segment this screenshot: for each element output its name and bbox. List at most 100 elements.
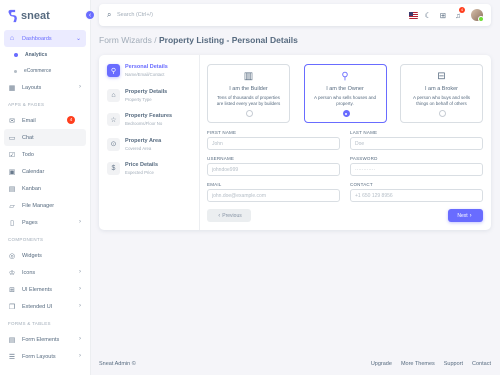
sidebar-item-label: eCommerce — [24, 68, 52, 74]
radio-owner[interactable] — [342, 110, 350, 117]
grid-shortcuts-icon[interactable]: ⊞ — [436, 8, 450, 22]
footer-link-support[interactable]: Support — [444, 361, 463, 367]
brand[interactable]: sneat — [8, 8, 50, 24]
choice-title: I am the Builder — [229, 86, 268, 92]
mail-icon: ✉ — [9, 117, 15, 125]
step-subtitle: Expected Price — [125, 170, 154, 175]
email-group: EMAIL — [207, 182, 340, 202]
choice-title: I am a Broker — [424, 86, 458, 92]
choice-description: A person who buys and sells things on be… — [412, 95, 471, 106]
previous-label: Previous — [222, 212, 242, 219]
avatar[interactable] — [471, 9, 484, 22]
sidebar-item-form-elements[interactable]: ▤ Form Elements › — [4, 331, 86, 348]
sidebar-item-extended-ui[interactable]: ❐ Extended UI › — [4, 298, 86, 315]
building-icon: ▥ — [243, 71, 254, 82]
footer-link-contact[interactable]: Contact — [472, 361, 491, 367]
step-personal-details[interactable]: ⚲ Personal Details Name/Email/Contact — [99, 63, 199, 88]
sidebar-item-ecommerce[interactable]: eCommerce — [4, 63, 86, 79]
step-property-features[interactable]: ☆ Property Features Bedrooms/Floor No — [99, 112, 199, 137]
chevron-right-icon: › — [79, 269, 81, 275]
sidebar-item-form-layouts[interactable]: ☰ Form Layouts › — [4, 348, 86, 365]
sidebar-item-ui-elements[interactable]: ⊞ UI Elements › — [4, 281, 86, 298]
choice-owner[interactable]: ⚲ I am the Owner A person who sells hous… — [303, 64, 387, 123]
chevron-right-icon: › — [79, 219, 81, 225]
sidebar-item-label: Chat — [22, 134, 34, 141]
brand-name: sneat — [21, 10, 50, 22]
next-button[interactable]: Next › — [448, 209, 483, 222]
breadcrumb[interactable]: Form Wizards / — [99, 35, 157, 45]
choice-description: Tens of thousands of properties are list… — [216, 95, 281, 106]
search-input[interactable] — [117, 10, 237, 20]
sidebar-item-widgets[interactable]: ◎ Widgets — [4, 247, 86, 264]
collapse-sidebar-button[interactable]: ‹ — [85, 10, 95, 20]
footer-link-upgrade[interactable]: Upgrade — [371, 361, 392, 367]
step-title: Property Details — [125, 88, 168, 95]
sidebar-item-label: Dashboards — [22, 35, 52, 42]
radio-broker[interactable] — [439, 110, 446, 117]
bell-icon[interactable]: ♫ 4 — [451, 7, 465, 22]
email-field[interactable] — [207, 189, 340, 202]
copy-icon: ❐ — [8, 303, 16, 311]
last-name-field[interactable] — [350, 137, 483, 150]
sidebar-item-label: Pages — [22, 219, 38, 226]
sidebar-item-todo[interactable]: ☑ Todo — [4, 146, 86, 163]
form-icon: ▤ — [8, 336, 16, 344]
choice-broker[interactable]: ⊟ I am a Broker A person who buys and se… — [400, 64, 483, 123]
page-title: Form Wizards / Property Listing - Person… — [99, 35, 298, 45]
sneat-logo-icon — [8, 9, 17, 23]
sidebar-item-label: Widgets — [22, 252, 42, 259]
sidebar-item-dashboards[interactable]: ⌂ Dashboards ⌄ — [4, 30, 86, 47]
sidebar-item-layouts[interactable]: ▦ Layouts › — [4, 79, 86, 96]
folder-icon: ▱ — [9, 202, 15, 210]
step-price-details[interactable]: $ Price Details Expected Price — [99, 161, 199, 186]
menu-header-components: COMPONENTS — [8, 236, 44, 242]
chevron-down-icon: ⌄ — [75, 36, 81, 42]
sidebar-menu: ⌂ Dashboards ⌄ Analytics eCommerce ▦ Lay… — [4, 30, 86, 365]
us-flag-icon — [408, 11, 418, 19]
first-name-field[interactable] — [207, 137, 340, 150]
star-icon: ☆ — [107, 113, 120, 126]
briefcase-icon: ⊟ — [437, 71, 446, 82]
step-title: Property Features — [125, 113, 173, 119]
sidebar-item-label: Kanban — [22, 185, 41, 192]
footer-link-more-themes[interactable]: More Themes — [401, 361, 435, 367]
sidebar-item-label: Calendar — [22, 168, 45, 175]
sidebar-item-chat[interactable]: ▭ Chat — [4, 129, 86, 146]
sidebar-item-label: UI Elements — [22, 286, 52, 293]
moon-icon[interactable]: ☾ — [421, 8, 435, 22]
chevron-right-icon: › — [79, 84, 81, 90]
language-selector[interactable] — [406, 8, 420, 22]
role-choices: ▥ I am the Builder Tens of thousands of … — [207, 64, 483, 123]
chat-icon: ▭ — [8, 134, 16, 142]
username-field[interactable] — [207, 163, 340, 176]
previous-button[interactable]: ‹ Previous — [207, 209, 251, 222]
first-name-group: FIRST NAME — [207, 130, 340, 150]
password-label: PASSWORD — [350, 156, 378, 161]
widget-icon: ◎ — [8, 252, 16, 260]
email-label: EMAIL — [207, 182, 222, 187]
sidebar-item-file-manager[interactable]: ▱ File Manager — [4, 197, 86, 214]
sidebar-item-analytics[interactable]: Analytics — [4, 47, 86, 63]
sidebar-item-pages[interactable]: ▯ Pages › — [4, 214, 86, 231]
chevron-left-icon: ‹ — [218, 212, 221, 219]
radio-builder[interactable] — [246, 110, 253, 117]
sidebar-item-kanban[interactable]: ▤ Kanban — [4, 180, 86, 197]
notification-badge: 4 — [459, 7, 465, 13]
choice-builder[interactable]: ▥ I am the Builder Tens of thousands of … — [207, 64, 290, 123]
sidebar-item-icons[interactable]: ♔ Icons › — [4, 264, 86, 281]
last-name-label: LAST NAME — [350, 130, 378, 135]
sidebar-item-email[interactable]: ✉ Email 4 — [4, 112, 86, 129]
sidebar-item-calendar[interactable]: ▣ Calendar — [4, 163, 86, 180]
sidebar-item-label: File Manager — [22, 202, 55, 209]
bullet-icon — [14, 69, 17, 73]
search-icon[interactable]: ⌕ — [107, 10, 111, 20]
step-property-details[interactable]: ⌂ Property Details Property Type — [99, 88, 199, 113]
password-field[interactable] — [350, 163, 483, 176]
kanban-icon: ▤ — [8, 185, 16, 193]
step-property-area[interactable]: ⊙ Property Area Covered Area — [99, 137, 199, 162]
home-icon: ⌂ — [9, 35, 15, 42]
next-label: Next — [457, 212, 468, 219]
chevron-right-icon: › — [469, 212, 472, 219]
footer: Sneat Admin © Upgrade More Themes Suppor… — [99, 361, 491, 371]
contact-field[interactable] — [350, 189, 483, 202]
